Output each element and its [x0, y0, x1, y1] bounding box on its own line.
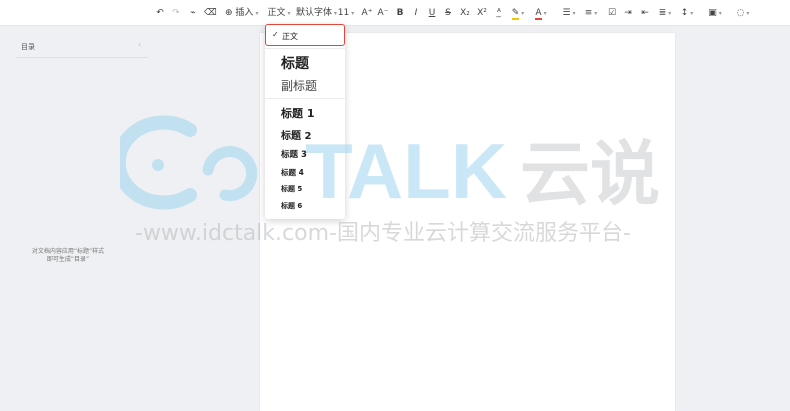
chevron-down-icon: ▾ — [690, 10, 694, 17]
menu-item-heading-4[interactable]: 标题 4 — [281, 167, 304, 178]
style-select-label: 正文 — [267, 8, 286, 18]
text-effect-icon[interactable]: ᴬ̲ — [493, 5, 505, 21]
chevron-down-icon: ▾ — [668, 10, 672, 17]
settings-icon: ◌ — [736, 8, 745, 18]
menu-item-subtitle[interactable]: 副标题 — [281, 77, 317, 94]
chevron-down-icon: ▾ — [287, 10, 291, 17]
border-icon: ▣ — [708, 8, 717, 18]
toc-hint: 对文档内容应用“标题”样式 即可生成“目录” — [22, 248, 114, 264]
redo-icon[interactable]: ↷ — [171, 5, 181, 21]
toc-hint-line2: 即可生成“目录” — [46, 256, 90, 263]
menu-item-body[interactable]: ✓ 正文 — [265, 24, 345, 46]
format-painter-icon[interactable]: ⌁ — [188, 5, 198, 21]
chevron-down-icon: ▾ — [255, 10, 259, 17]
collapse-icon[interactable]: ‹ — [138, 40, 141, 49]
divider — [265, 48, 345, 49]
line-spacing-button[interactable]: ↕ ▾ — [679, 5, 695, 21]
toolbar: ↶ ↷ ⌁ ⌫ ⊕ 插入 ▾ 正文 ▾ 默认字体 ▾ 11 ▾ A⁺ A⁻ B I U … — [0, 0, 790, 26]
align-left-icon: ≣ — [658, 8, 667, 18]
menu-item-heading-5[interactable]: 标题 5 — [281, 184, 302, 194]
undo-icon[interactable]: ↶ — [155, 5, 165, 21]
style-select[interactable]: 正文 ▾ — [266, 5, 292, 21]
outdent-icon[interactable]: ⇤ — [640, 5, 650, 21]
plus-circle-icon: ⊕ — [225, 8, 233, 18]
toc-hint-line1: 对文档内容应用“标题”样式 — [31, 248, 105, 255]
font-select[interactable]: 默认字体 ▾ — [296, 5, 337, 21]
underline-button[interactable]: U — [427, 5, 437, 21]
font-size-select[interactable]: 11 ▾ — [336, 5, 356, 21]
font-color-label: A — [535, 8, 542, 20]
highlighter-icon: ✎ — [511, 8, 520, 20]
superscript-button[interactable]: X² — [476, 5, 488, 21]
more-button[interactable]: ◌ ▾ — [735, 5, 751, 21]
bold-button[interactable]: B — [395, 5, 405, 21]
menu-item-heading-3[interactable]: 标题 3 — [281, 148, 307, 160]
chevron-down-icon: ▾ — [572, 10, 576, 17]
menu-item-heading-2[interactable]: 标题 2 — [281, 127, 311, 142]
chevron-down-icon: ▾ — [543, 10, 547, 17]
subscript-button[interactable]: X₂ — [459, 5, 471, 21]
menu-item-title[interactable]: 标题 — [281, 53, 309, 73]
insert-label: 插入 — [235, 8, 254, 18]
font-color-button[interactable]: A ▾ — [533, 5, 549, 21]
font-grow-button[interactable]: A⁺ — [361, 5, 373, 21]
toc-sidebar: 目录 ‹ 对文档内容应用“标题”样式 即可生成“目录” — [0, 26, 165, 411]
menu-item-heading-6[interactable]: 标题 6 — [281, 201, 302, 211]
font-size-label: 11 — [337, 8, 350, 18]
border-button[interactable]: ▣ ▾ — [707, 5, 723, 21]
italic-button[interactable]: I — [411, 5, 421, 21]
bullet-list-icon: ☰ — [562, 8, 571, 18]
divider — [265, 98, 345, 99]
highlight-color-button[interactable]: ✎ ▾ — [510, 5, 526, 21]
chevron-down-icon: ▾ — [351, 10, 355, 17]
style-dropdown-menu: ✓ 正文 标题 副标题 标题 1 标题 2 标题 3 标题 4 标题 5 标题 … — [265, 24, 345, 219]
insert-button[interactable]: ⊕ 插入 ▾ — [225, 5, 259, 21]
divider — [16, 57, 148, 58]
chevron-down-icon: ▾ — [594, 10, 598, 17]
numbered-list-icon: ≡ — [584, 8, 593, 18]
task-list-icon[interactable]: ☑ — [607, 5, 617, 21]
font-select-label: 默认字体 — [296, 8, 333, 18]
numbered-list-button[interactable]: ≡ ▾ — [583, 5, 599, 21]
align-button[interactable]: ≣ ▾ — [657, 5, 673, 21]
chevron-down-icon: ▾ — [521, 10, 525, 17]
chevron-down-icon: ▾ — [746, 10, 750, 17]
toc-title: 目录 — [21, 43, 35, 51]
line-spacing-icon: ↕ — [680, 8, 689, 18]
bullet-list-button[interactable]: ☰ ▾ — [561, 5, 577, 21]
check-icon: ✓ — [272, 30, 279, 39]
strikethrough-button[interactable]: S — [443, 5, 453, 21]
font-shrink-button[interactable]: A⁻ — [377, 5, 389, 21]
menu-item-heading-1[interactable]: 标题 1 — [281, 105, 314, 121]
indent-icon[interactable]: ⇥ — [623, 5, 633, 21]
menu-item-label: 正文 — [282, 32, 298, 41]
chevron-down-icon: ▾ — [718, 10, 722, 17]
clear-format-icon[interactable]: ⌫ — [204, 5, 217, 21]
